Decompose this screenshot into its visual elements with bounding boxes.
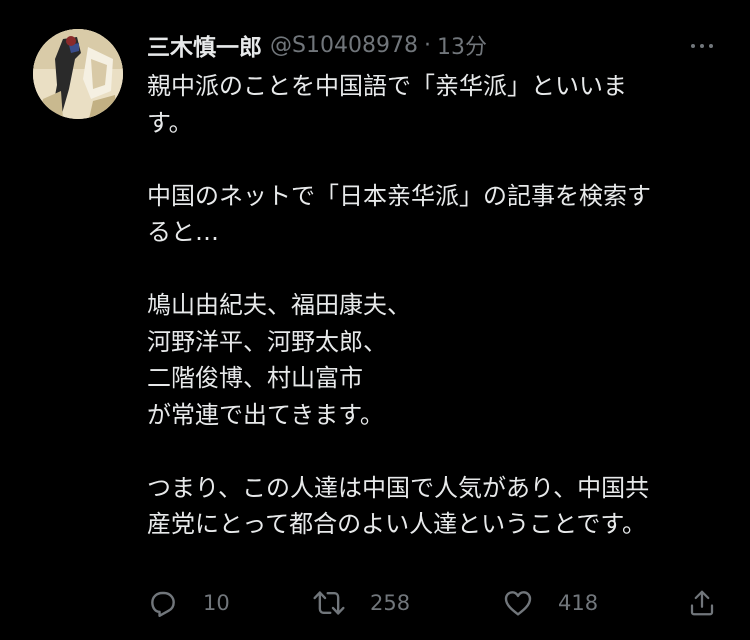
retweet-icon	[313, 591, 345, 615]
like-count: 418	[558, 591, 599, 615]
tweet-text-line: つまり、この人達は中国で人気があり、中国共	[147, 473, 650, 502]
avatar[interactable]	[33, 29, 123, 119]
like-button[interactable]: 418	[502, 585, 598, 621]
reply-count: 10	[203, 591, 230, 615]
retweet-count: 258	[370, 591, 411, 615]
tweet-header: 三木慎一郎 @S10408978 · 13分	[147, 28, 487, 62]
tweet-text-line	[147, 251, 717, 288]
tweet-text-line	[147, 433, 717, 470]
share-button[interactable]	[687, 585, 717, 621]
tweet-text-line: 産党にとって都合のよい人達ということです。	[147, 510, 646, 538]
separator-dot: ·	[423, 32, 431, 58]
reply-icon	[151, 591, 175, 617]
tweet-text-line: ると…	[147, 218, 219, 246]
tweet-text-line	[147, 141, 717, 178]
tweet-text-line: 二階俊博、村山富市	[147, 364, 363, 392]
tweet-text-line: 鳩山由紀夫、福田康夫、	[147, 291, 411, 319]
tweet-text: 親中派のことを中国語で「亲华派」といいま す。 中国のネットで「日本亲华派」の記…	[147, 68, 717, 543]
tweet-actions: 10 258 418	[147, 585, 727, 621]
tweet-text-line: 親中派のことを中国語で「亲华派」といいま	[147, 72, 627, 100]
tweet-text-line: が常連で出てきます。	[147, 400, 384, 429]
reply-button[interactable]: 10	[147, 585, 230, 621]
user-handle[interactable]: @S10408978	[270, 33, 418, 58]
tweet-text-line: 中国のネットで「日本亲华派」の記事を検索す	[147, 181, 651, 210]
tweet-text-line: 河野洋平、河野太郎、	[147, 327, 387, 356]
more-horizontal-icon[interactable]	[686, 34, 718, 58]
retweet-button[interactable]: 258	[312, 585, 410, 621]
tweet[interactable]: 三木慎一郎 @S10408978 · 13分 親中派のことを中国語で「亲华派」と…	[0, 0, 750, 640]
heart-icon	[504, 591, 532, 616]
display-name[interactable]: 三木慎一郎	[147, 28, 262, 62]
tweet-text-line: す。	[147, 108, 193, 137]
timestamp[interactable]: 13分	[437, 29, 487, 61]
share-icon	[690, 590, 714, 616]
